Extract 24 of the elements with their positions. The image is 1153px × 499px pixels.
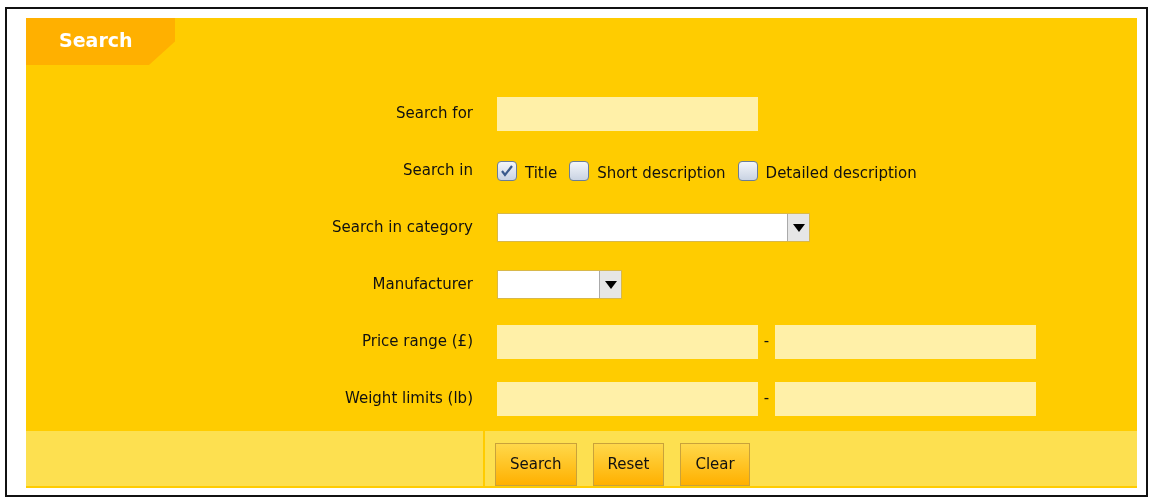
checkbox-label: Detailed description: [765, 163, 917, 185]
field-label: Search in: [402, 160, 473, 182]
checkbox-label: Short description: [597, 163, 726, 185]
text-field[interactable]: [497, 96, 758, 131]
range-separator: -: [762, 331, 771, 353]
range-max-field[interactable]: [775, 324, 1036, 359]
range-separator: -: [762, 388, 771, 410]
field-label: Manufacturer: [371, 274, 473, 296]
field-label: Weight limits (lb): [344, 388, 473, 410]
form-button[interactable]: Reset: [592, 443, 665, 486]
range-min-field[interactable]: [497, 381, 758, 416]
range-max-field[interactable]: [775, 381, 1036, 416]
field-label: Price range (£): [361, 331, 473, 353]
field-label: Search in category: [330, 217, 473, 239]
form-button[interactable]: Clear: [680, 443, 750, 486]
dropdown[interactable]: [497, 213, 810, 242]
checkbox[interactable]: [569, 160, 590, 181]
dropdown[interactable]: [497, 270, 622, 299]
form-button[interactable]: Search: [495, 443, 577, 486]
checkbox-label: Title: [525, 163, 558, 185]
checkbox[interactable]: [497, 160, 517, 181]
checkbox[interactable]: [737, 160, 758, 181]
field-label: Search for: [395, 103, 473, 125]
range-min-field[interactable]: [497, 324, 758, 359]
